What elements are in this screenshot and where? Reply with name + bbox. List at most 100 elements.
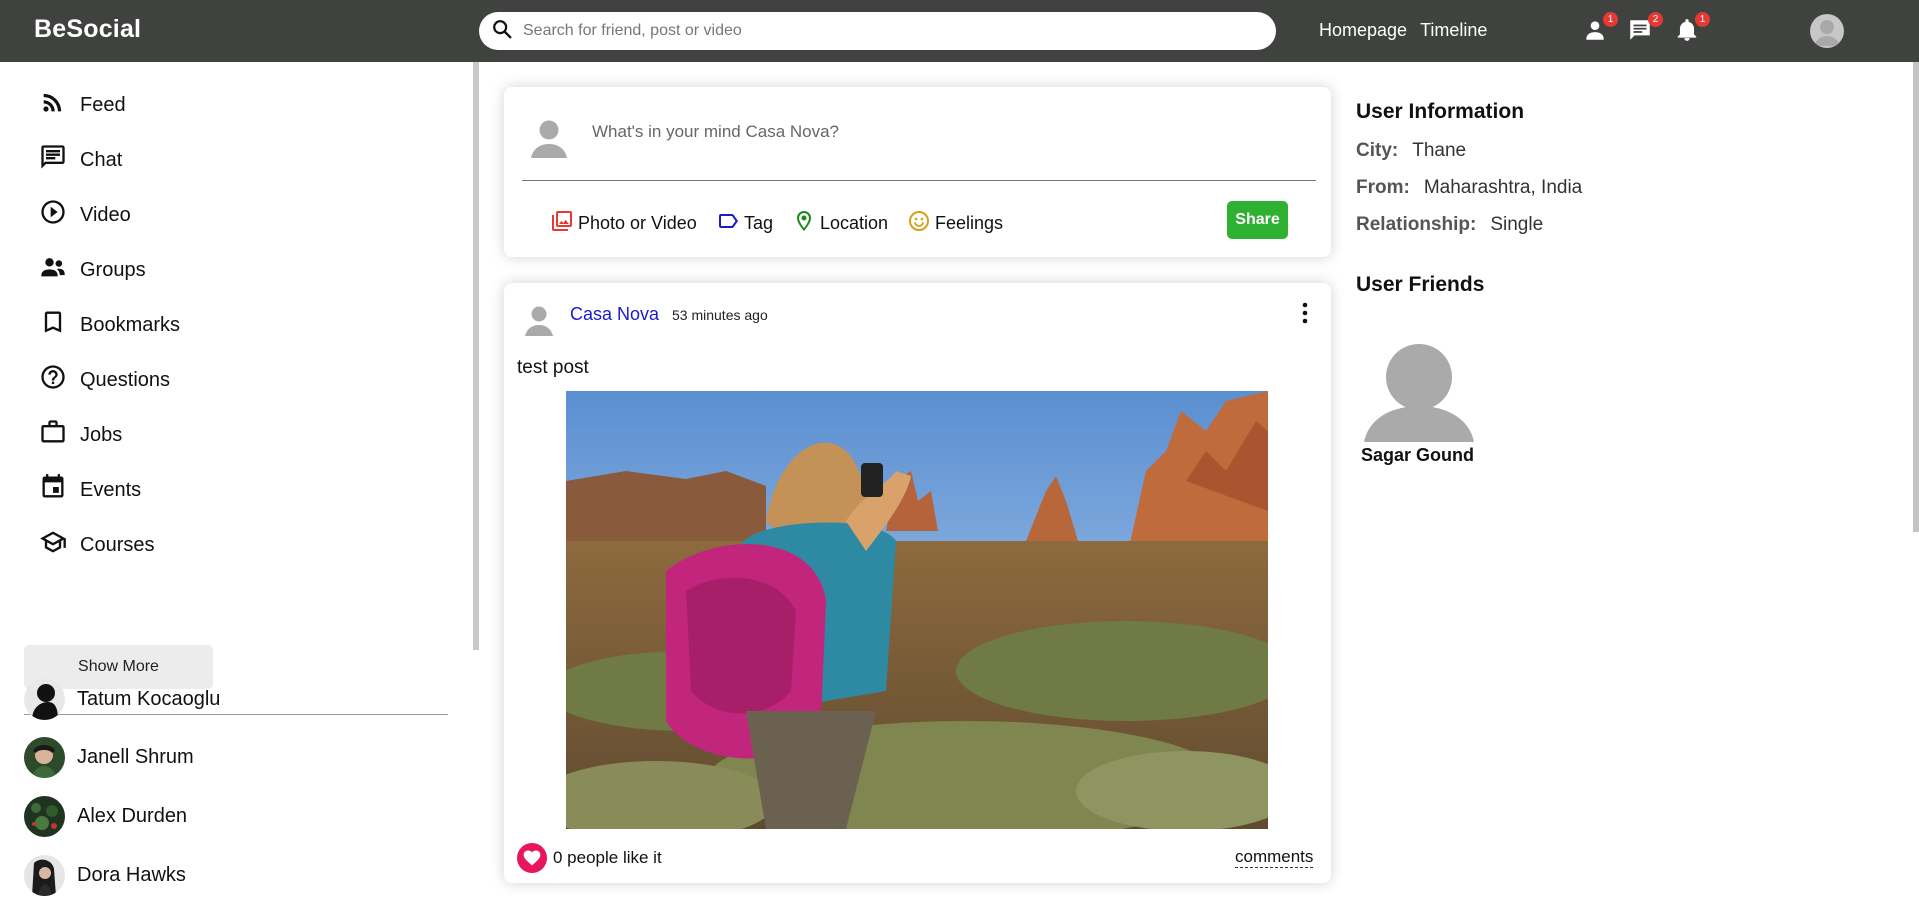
sidebar-item-label: Groups	[80, 258, 146, 281]
post-timestamp: 53 minutes ago	[672, 307, 768, 323]
info-row-relationship: Relationship: Single	[1356, 214, 1543, 236]
sidebar-item-courses[interactable]: Courses	[26, 528, 154, 562]
sidebar-item-questions[interactable]: Questions	[26, 363, 170, 397]
photo-video-option[interactable]: Photo or Video	[546, 209, 697, 238]
sidebar-item-label: Bookmarks	[80, 313, 181, 336]
app-logo[interactable]: BeSocial	[34, 15, 141, 44]
location-option[interactable]: Location	[788, 209, 888, 238]
sidebar-item-video[interactable]: Video	[26, 198, 131, 232]
homepage-link[interactable]: Homepage	[1319, 20, 1407, 41]
sidebar-item-label: Questions	[80, 368, 171, 391]
tag-option[interactable]: Tag	[712, 209, 773, 238]
friend-name: Tatum Kocaoglu	[77, 688, 221, 710]
user-avatar	[526, 114, 572, 160]
friend-requests-button[interactable]: 1	[1582, 12, 1618, 47]
share-button[interactable]: Share	[1227, 201, 1288, 239]
info-value: Thane	[1412, 140, 1467, 161]
help-circle-icon	[39, 363, 67, 397]
friend-requests-badge: 1	[1603, 12, 1618, 27]
messages-badge: 2	[1648, 12, 1663, 27]
info-value: Single	[1490, 214, 1544, 235]
photo-library-icon	[550, 209, 574, 238]
left-sidebar: Feed Chat Video Groups Bookmarks Questio…	[0, 62, 473, 903]
friend-avatar	[24, 796, 65, 837]
sidebar-item-label: Events	[80, 478, 142, 501]
option-label: Feelings	[935, 213, 1004, 233]
user-friends-title: User Friends	[1356, 273, 1485, 296]
emoji-icon	[907, 209, 931, 238]
option-label: Location	[820, 213, 889, 233]
notifications-icon	[1674, 19, 1700, 47]
share-input[interactable]	[592, 122, 1292, 142]
friend-avatar	[24, 737, 65, 778]
group-icon	[39, 253, 67, 287]
info-key: Relationship:	[1356, 214, 1477, 235]
post-author-avatar[interactable]	[521, 301, 557, 337]
calendar-icon	[39, 473, 67, 507]
sidebar-item-label: Chat	[80, 148, 123, 171]
heart-icon	[523, 850, 541, 866]
search-input[interactable]	[523, 22, 1223, 40]
friend-item[interactable]: Tatum Kocaoglu	[24, 679, 220, 720]
top-nav-links: Homepage Timeline	[1319, 20, 1487, 41]
sidebar-item-label: Feed	[80, 93, 126, 116]
friend-avatar[interactable]	[1364, 342, 1474, 442]
notifications-button[interactable]: 1	[1674, 12, 1710, 47]
bookmark-icon	[39, 308, 67, 342]
sidebar-item-label: Video	[80, 203, 131, 226]
info-value: Maharashtra, India	[1423, 177, 1583, 198]
search-bar[interactable]	[479, 12, 1276, 50]
sidebar-item-label: Jobs	[80, 423, 123, 446]
notifications-badge: 1	[1695, 12, 1710, 27]
info-row-from: From: Maharashtra, India	[1356, 177, 1582, 199]
chat-icon	[1627, 20, 1653, 47]
info-key: From:	[1356, 177, 1410, 198]
info-row-city: City: Thane	[1356, 140, 1466, 162]
page-scrollbar[interactable]	[1913, 62, 1919, 532]
rss-feed-icon	[39, 88, 67, 122]
sidebar-item-bookmarks[interactable]: Bookmarks	[26, 308, 180, 342]
friend-item[interactable]: Alex Durden	[24, 796, 187, 837]
briefcase-icon	[39, 418, 67, 452]
school-icon	[39, 528, 67, 562]
friend-name: Janell Shrum	[77, 746, 194, 768]
info-key: City:	[1356, 140, 1399, 161]
sidebar-item-label: Courses	[80, 533, 155, 556]
search-icon	[491, 18, 513, 45]
post-text: test post	[517, 357, 589, 378]
chat-icon	[39, 143, 67, 177]
sidebar-item-feed[interactable]: Feed	[26, 88, 126, 122]
share-divider	[522, 180, 1316, 181]
comments-link[interactable]: comments	[1235, 847, 1314, 868]
more-vert-icon[interactable]	[1293, 300, 1317, 326]
friend-item[interactable]: Janell Shrum	[24, 737, 194, 778]
friend-avatar	[24, 855, 65, 896]
sidebar-item-jobs[interactable]: Jobs	[26, 418, 122, 452]
option-label: Tag	[744, 213, 774, 233]
sidebar-scrollbar[interactable]	[473, 62, 479, 650]
friend-name: Dora Hawks	[77, 864, 186, 886]
feelings-option[interactable]: Feelings	[903, 209, 1003, 238]
location-pin-icon	[792, 209, 816, 238]
friend-name: Alex Durden	[77, 805, 188, 827]
friend-name[interactable]: Sagar Gound	[1361, 445, 1474, 466]
share-card: Photo or Video Tag Location Feelings Sha…	[504, 87, 1331, 257]
profile-avatar[interactable]	[1810, 14, 1844, 48]
topbar: BeSocial Homepage Timeline 1 2 1	[0, 0, 1919, 62]
person-icon	[1582, 21, 1608, 47]
friend-item[interactable]: Dora Hawks	[24, 855, 186, 896]
post-author-link[interactable]: Casa Nova	[570, 304, 659, 325]
sidebar-item-chat[interactable]: Chat	[26, 143, 122, 177]
messages-button[interactable]: 2	[1627, 12, 1663, 47]
user-information-title: User Information	[1356, 100, 1525, 123]
like-button[interactable]	[517, 843, 547, 873]
play-circle-icon	[39, 198, 67, 232]
sidebar-item-events[interactable]: Events	[26, 473, 141, 507]
label-icon	[716, 209, 740, 238]
post-image	[566, 391, 1268, 829]
like-count: 0 people like it	[553, 848, 662, 867]
sidebar-item-groups[interactable]: Groups	[26, 253, 146, 287]
timeline-link[interactable]: Timeline	[1420, 20, 1487, 41]
post-card: Casa Nova 53 minutes ago test post 0 peo…	[504, 283, 1331, 883]
option-label: Photo or Video	[578, 213, 697, 233]
